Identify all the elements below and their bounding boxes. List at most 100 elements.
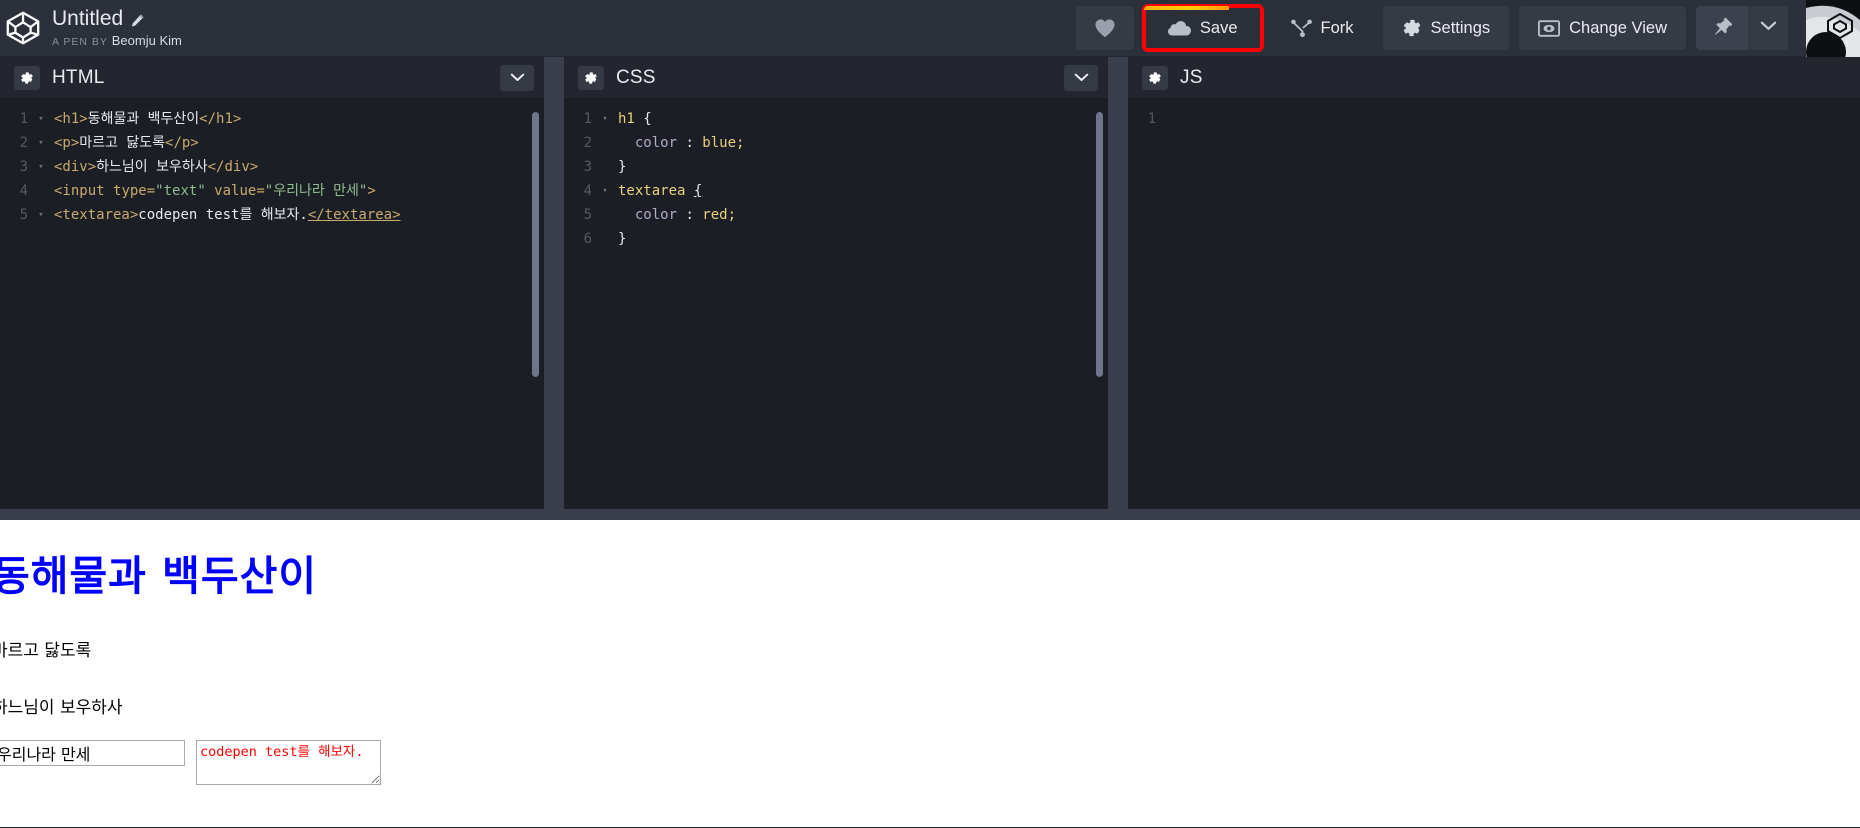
code-line[interactable]: 1 ▾ h1 {: [564, 107, 1092, 131]
save-button[interactable]: Save: [1141, 4, 1264, 52]
line-number: 3: [19, 159, 28, 175]
pen-brand: Untitled A PEN BY Beomju Kim: [0, 6, 182, 48]
code-line[interactable]: 2 ▾ <p>마르고 닳도록</p>: [0, 131, 528, 155]
fold-arrow-icon[interactable]: ▾: [34, 155, 48, 179]
code-text: <input type="text" value="우리나라 만세">: [48, 179, 376, 203]
code-text: color : red;: [612, 203, 736, 227]
pane-resizer-css-js[interactable]: [1108, 57, 1128, 509]
pin-dropdown-button[interactable]: [1748, 6, 1788, 50]
eye-box-icon: [1538, 19, 1561, 37]
fold-arrow-icon[interactable]: ▾: [34, 107, 48, 131]
gear-icon: [1402, 18, 1422, 38]
preview-heading: 동해물과 백두산이: [0, 552, 318, 600]
code-token: blue;: [702, 135, 745, 151]
collapse-pane-css-button[interactable]: [1064, 64, 1098, 91]
fold-arrow-icon[interactable]: ▾: [34, 203, 48, 227]
scrollbar-thumb-html[interactable]: [532, 112, 539, 377]
code-editor-css[interactable]: 1 ▾ h1 {2 color : blue; 3} 4 ▾ textarea {5 col…: [564, 98, 1108, 509]
gear-icon[interactable]: [14, 65, 40, 90]
pane-resizer-html-css[interactable]: [544, 57, 564, 509]
code-text: <textarea>codepen test를 해보자.</textarea>: [48, 203, 401, 227]
code-token: <h1>: [54, 111, 88, 127]
pen-title-text: Untitled: [52, 6, 124, 30]
line-number: 1: [1147, 111, 1156, 127]
gear-icon[interactable]: [1142, 65, 1168, 90]
code-token: :: [685, 207, 703, 223]
code-token: {: [643, 111, 652, 127]
code-token: </textarea>: [307, 207, 401, 223]
preview-div-text: 하느님이 보우하사: [0, 698, 123, 718]
editor-pane-js: JS 1: [1128, 57, 1860, 509]
preview-text-input[interactable]: [0, 740, 185, 766]
code-line[interactable]: 3 ▾ <div>하느님이 보우하사</div>: [0, 155, 528, 179]
heart-icon: [1094, 18, 1116, 38]
editor-pane-css: CSS 1 ▾ h1 {2 color : blue; 3} 4 ▾ textarea {5…: [564, 57, 1108, 509]
editor-pane-html: HTML 1 ▾ <h1>동해물과 백두산이</h1> 2 ▾ <p>마르고 닳도록</p…: [0, 57, 544, 509]
scrollbar-html[interactable]: [528, 98, 544, 509]
pencil-icon[interactable]: [130, 11, 145, 27]
change-view-button-label: Change View: [1569, 18, 1667, 37]
code-token: </div>: [207, 159, 259, 175]
gear-icon[interactable]: [578, 65, 604, 90]
pin-button[interactable]: [1696, 6, 1748, 50]
code-token: type=: [113, 183, 156, 199]
code-token: 마르고 닳도록: [79, 135, 166, 151]
fork-icon: [1290, 19, 1312, 38]
fork-button[interactable]: Fork: [1271, 6, 1373, 50]
settings-button[interactable]: Settings: [1382, 6, 1510, 50]
line-number: 4: [583, 183, 592, 199]
fold-arrow-icon[interactable]: ▾: [598, 179, 612, 203]
top-toolbar: Untitled A PEN BY Beomju Kim Save Fork S…: [0, 0, 1860, 57]
line-number: 1: [583, 111, 592, 127]
fold-arrow-icon[interactable]: ▾: [598, 107, 612, 131]
pane-title-html: HTML: [52, 66, 105, 88]
settings-button-label: Settings: [1430, 18, 1491, 37]
pen-byline: A PEN BY Beomju Kim: [52, 34, 182, 48]
code-line[interactable]: 2 color : blue;: [564, 131, 1092, 155]
code-line[interactable]: 5 ▾ <textarea>codepen test를 해보자.</textarea…: [0, 203, 528, 227]
code-text: textarea {: [612, 179, 702, 203]
code-token: "text": [155, 183, 206, 199]
code-token: <p>: [54, 135, 80, 151]
code-line[interactable]: 4 ▾ textarea {: [564, 179, 1092, 203]
pane-header-html: HTML: [0, 57, 544, 98]
byline-kicker: A PEN BY: [52, 35, 108, 48]
line-number: 4: [19, 183, 28, 199]
save-button-label: Save: [1199, 18, 1238, 37]
code-line[interactable]: 6}: [564, 227, 1092, 251]
code-line[interactable]: 1: [1128, 107, 1860, 131]
codepen-cube-icon[interactable]: [4, 9, 42, 47]
code-line[interactable]: 5 color : red;: [564, 203, 1092, 227]
code-lines-css[interactable]: 1 ▾ h1 {2 color : blue; 3} 4 ▾ textarea {5 col…: [564, 98, 1092, 509]
code-token: red;: [702, 207, 737, 223]
code-line[interactable]: 3}: [564, 155, 1092, 179]
toolbar-actions: Save Fork Settings Change View: [1075, 0, 1860, 57]
page-title[interactable]: Untitled: [52, 6, 182, 30]
code-line[interactable]: 1 ▾ <h1>동해물과 백두산이</h1>: [0, 107, 528, 131]
code-token: }: [618, 159, 627, 175]
line-number: 6: [583, 231, 592, 247]
pin-group: [1696, 6, 1788, 50]
fold-arrow-icon[interactable]: ▾: [34, 131, 48, 155]
code-token: 하느님이 보우하사: [96, 159, 208, 175]
line-number: 2: [583, 135, 592, 151]
code-editor-html[interactable]: 1 ▾ <h1>동해물과 백두산이</h1> 2 ▾ <p>마르고 닳도록</p> 3 ▾ <d…: [0, 98, 544, 509]
preview-textarea[interactable]: codepen test를 해보자.: [196, 740, 381, 785]
code-token: </h1>: [199, 111, 242, 127]
code-text: color : blue;: [612, 131, 745, 155]
collapse-pane-html-button[interactable]: [500, 64, 534, 91]
love-button[interactable]: [1075, 6, 1134, 50]
change-view-button[interactable]: Change View: [1519, 6, 1686, 50]
preview-resizer[interactable]: [0, 509, 1860, 520]
code-text: <h1>동해물과 백두산이</h1>: [48, 107, 241, 131]
scrollbar-css[interactable]: [1092, 98, 1108, 509]
avatar[interactable]: [1806, 0, 1860, 57]
pen-author[interactable]: Beomju Kim: [112, 33, 182, 48]
code-lines-html[interactable]: 1 ▾ <h1>동해물과 백두산이</h1> 2 ▾ <p>마르고 닳도록</p> 3 ▾ <d…: [0, 98, 528, 509]
scrollbar-thumb-css[interactable]: [1096, 112, 1103, 377]
pen-title-block: Untitled A PEN BY Beomju Kim: [52, 6, 182, 48]
code-lines-js[interactable]: 1: [1128, 98, 1860, 509]
code-line[interactable]: 4 <input type="text" value="우리나라 만세">: [0, 179, 528, 203]
code-editor-js[interactable]: 1: [1128, 98, 1860, 509]
code-text: <p>마르고 닳도록</p>: [48, 131, 199, 155]
